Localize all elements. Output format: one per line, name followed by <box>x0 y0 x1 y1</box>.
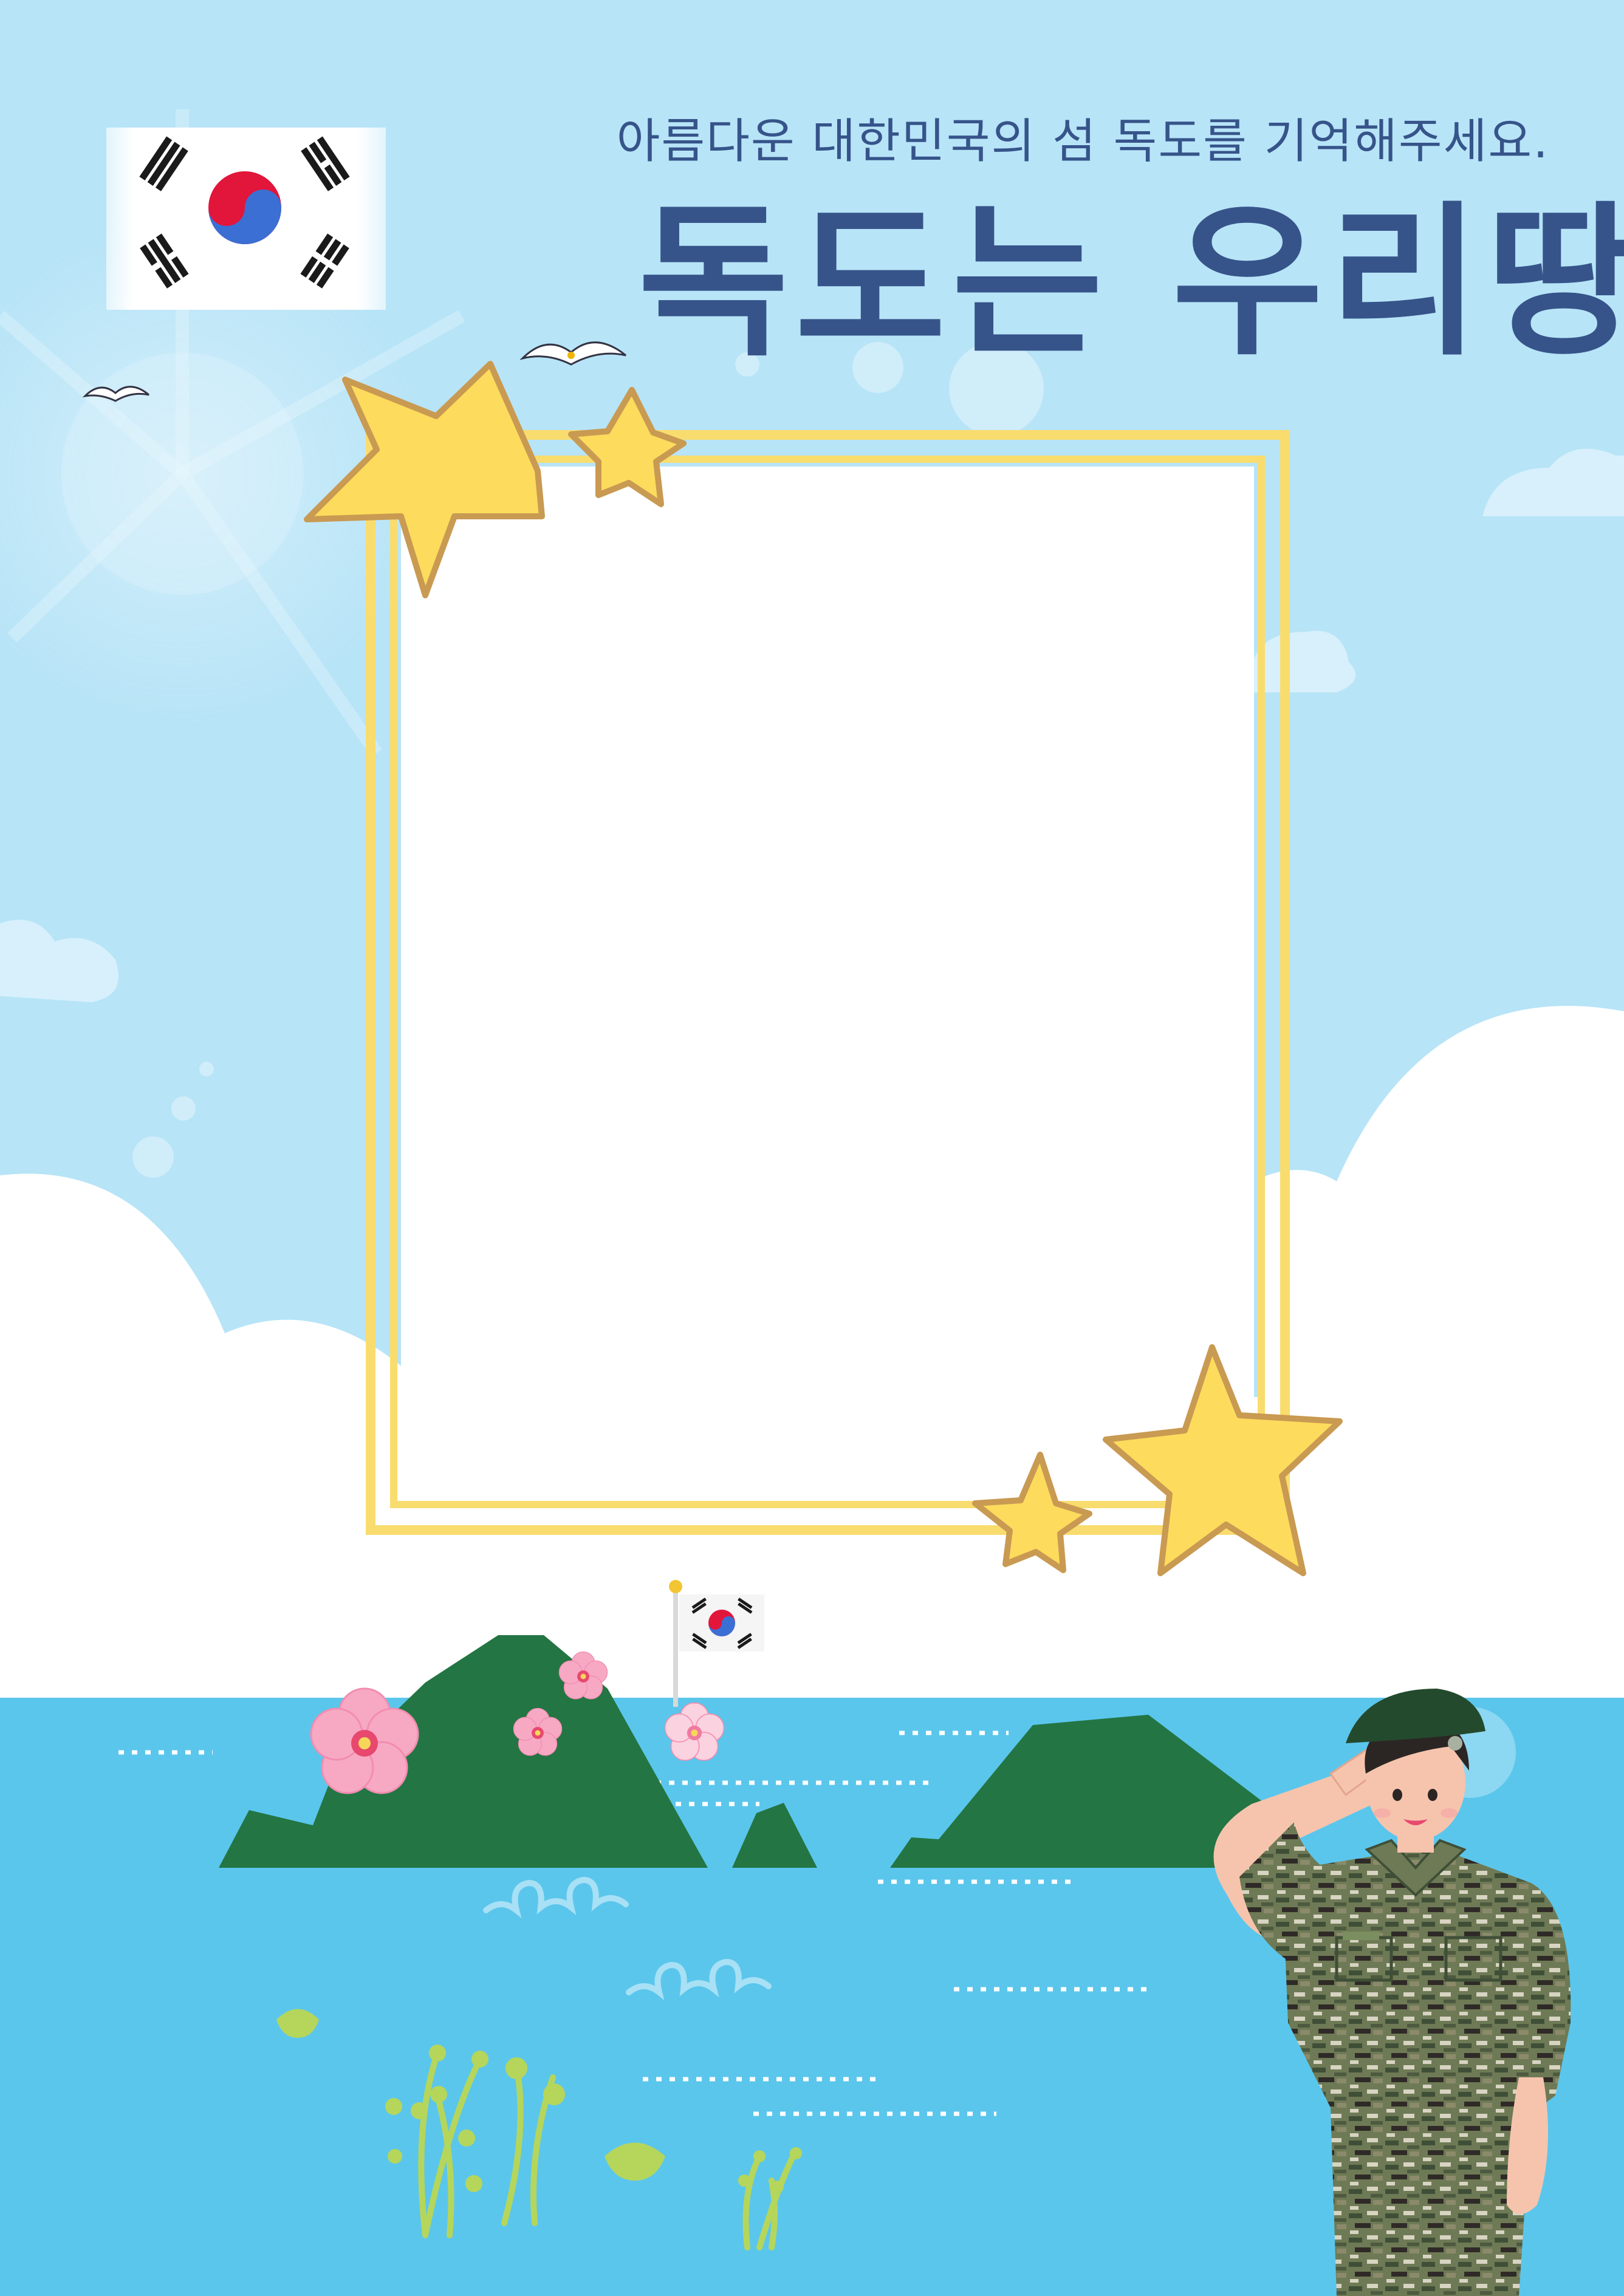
photo-frame <box>366 430 1290 1535</box>
poster-title: 독도는 우리땅 <box>638 186 1624 378</box>
taegukgi-flag-icon <box>679 1594 764 1652</box>
poster-subtitle: 아름다운 대한민국의 섬 독도를 기억해주세요. <box>616 114 1549 169</box>
taegukgi-flag-icon <box>106 128 386 310</box>
